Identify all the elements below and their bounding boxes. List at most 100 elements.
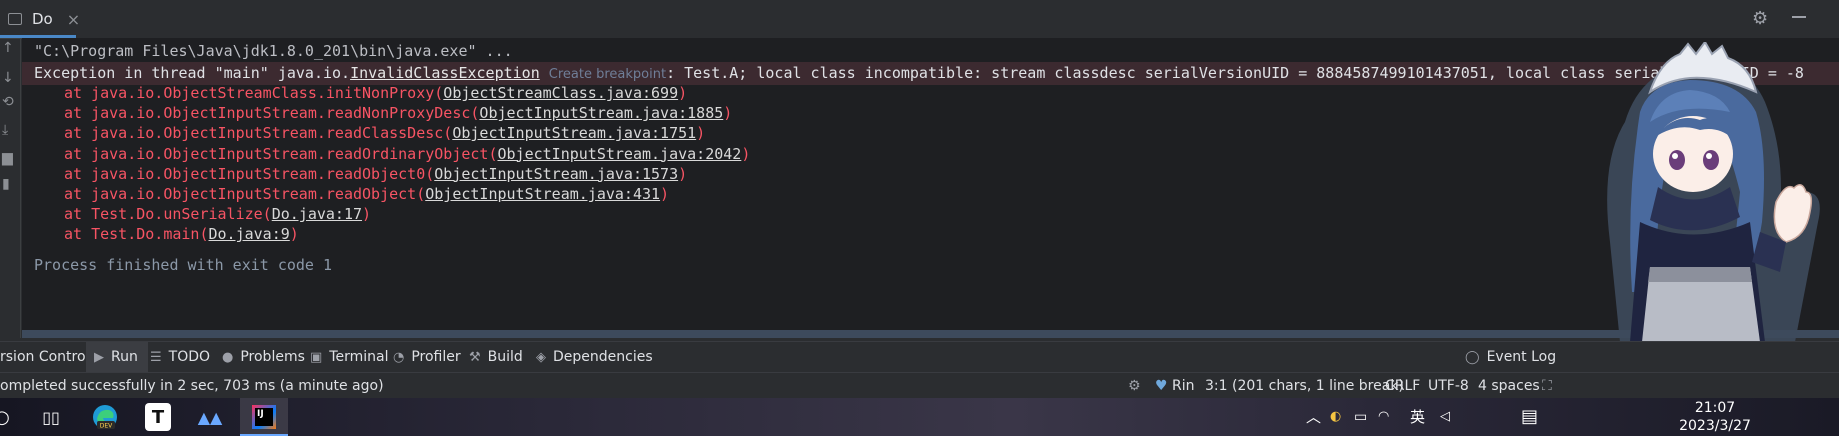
create-breakpoint-link[interactable]: Create breakpoint: [549, 67, 666, 82]
source-link[interactable]: ObjectInputStream.java:1885: [479, 104, 723, 122]
toolwindow-bar: rsion Control ▶ Run ☰ TODO ● Problems ▣ Term…: [0, 341, 1839, 372]
profiler-label: Profiler: [411, 349, 461, 365]
user-name[interactable]: Rin: [1172, 373, 1195, 399]
list-icon: ☰: [150, 349, 162, 365]
gear-icon[interactable]: ⚙: [1752, 8, 1768, 29]
rerun-icon[interactable]: ↑: [2, 41, 16, 55]
source-link[interactable]: Do.java:17: [272, 205, 362, 223]
stop-icon[interactable]: ↓: [2, 71, 16, 85]
battery-icon[interactable]: ▭: [1354, 398, 1367, 436]
source-link[interactable]: ObjectInputStream.java:2042: [497, 145, 741, 163]
problems-label: Problems: [240, 349, 305, 365]
heart-icon[interactable]: ♥: [1155, 373, 1168, 399]
stack-frame: at java.io.ObjectInputStream.readObject(…: [64, 183, 669, 205]
trash-icon[interactable]: ▮: [2, 177, 16, 191]
todo-tab[interactable]: ☰ TODO: [150, 342, 210, 372]
print-icon[interactable]: ▆: [2, 151, 16, 165]
download-icon[interactable]: ⤓: [2, 123, 16, 137]
event-log-icon: ◯: [1465, 349, 1480, 365]
source-link[interactable]: ObjectStreamClass.java:699: [443, 84, 678, 102]
tray-app-icon[interactable]: ◐: [1330, 398, 1341, 436]
console-output[interactable]: "C:\Program Files\Java\jdk1.8.0_201\bin\…: [22, 38, 1839, 338]
taskview-icon[interactable]: ▯▯: [40, 403, 62, 431]
close-tab-icon[interactable]: ×: [67, 10, 80, 29]
line-separator[interactable]: CRLF: [1385, 373, 1420, 399]
chevron-up-icon[interactable]: ︿: [1306, 398, 1321, 436]
stack-frame: at Test.Do.main(Do.java:9): [64, 223, 299, 245]
config-icon: [8, 12, 24, 26]
clock-date[interactable]: 2023/3/27: [1670, 418, 1760, 434]
problems-icon: ●: [222, 349, 234, 365]
scroll-icon[interactable]: ⟲: [2, 95, 16, 109]
edge-icon[interactable]: DEV: [90, 403, 120, 431]
lock-icon[interactable]: ⛶: [1542, 373, 1552, 399]
cat-icon[interactable]: ▲▲: [198, 403, 223, 431]
todo-label: TODO: [168, 349, 211, 365]
build-tab[interactable]: ⚒ Build: [469, 342, 523, 372]
stack-frame-close: ): [723, 104, 733, 123]
clock-time[interactable]: 21:07: [1670, 400, 1760, 416]
wifi-icon[interactable]: ◠: [1378, 398, 1389, 436]
run-tab[interactable]: Do ×: [8, 6, 80, 32]
play-icon: ▶: [94, 349, 104, 365]
stack-frame: at Test.Do.unSerialize(Do.java:17): [64, 203, 371, 225]
run-toolwindow-tab[interactable]: ▶ Run: [86, 342, 148, 372]
dependencies-label: Dependencies: [553, 349, 653, 365]
event-log-label: Event Log: [1486, 349, 1557, 365]
intellij-taskbar-button[interactable]: IJ: [240, 398, 288, 436]
terminal-tab[interactable]: ▣ Terminal: [310, 342, 388, 372]
source-link[interactable]: Do.java:9: [209, 225, 290, 243]
stack-frame: at java.io.ObjectStreamClass.initNonProx…: [64, 82, 687, 104]
search-icon[interactable]: ○: [0, 403, 12, 431]
exception-class-link[interactable]: InvalidClassException: [350, 64, 540, 82]
dependencies-tab[interactable]: ◈ Dependencies: [536, 342, 653, 372]
exception-prefix: Exception in thread "main" java.io.: [34, 64, 351, 82]
stack-frame-close: ): [696, 124, 706, 143]
indent-setting[interactable]: 4 spaces: [1478, 373, 1540, 399]
exception-line: Exception in thread "main" java.io.Inval…: [34, 62, 1804, 84]
problems-tab[interactable]: ● Problems: [222, 342, 305, 372]
minimize-icon[interactable]: [1792, 16, 1806, 18]
svg-text:DEV: DEV: [100, 423, 113, 430]
stack-frame: at java.io.ObjectInputStream.readObject0…: [64, 163, 687, 185]
caret-position[interactable]: 3:1 (201 chars, 1 line break): [1205, 373, 1404, 399]
stack-frame-method: at Test.Do.unSerialize(: [64, 205, 272, 224]
notification-icon[interactable]: ▤: [1521, 398, 1538, 436]
volume-icon[interactable]: ◁: [1440, 398, 1450, 436]
source-link[interactable]: ObjectInputStream.java:431: [425, 185, 660, 203]
stack-frame-method: at java.io.ObjectInputStream.readOrdinar…: [64, 144, 498, 163]
profiler-tab[interactable]: ◔ Profiler: [393, 342, 461, 372]
event-log-tab[interactable]: ◯ Event Log: [1465, 342, 1556, 372]
stack-frame: at java.io.ObjectInputStream.readNonProx…: [64, 102, 732, 124]
run-toolwindow-header: Do × ⚙: [0, 0, 1839, 39]
version-control-tab[interactable]: rsion Control: [0, 342, 89, 372]
stack-frame-method: at java.io.ObjectStreamClass.initNonProx…: [64, 84, 444, 102]
file-encoding[interactable]: UTF-8: [1428, 373, 1469, 399]
ime-indicator[interactable]: 英: [1410, 398, 1425, 436]
status-message[interactable]: ompleted successfully in 2 sec, 703 ms (…: [0, 373, 384, 399]
typora-icon[interactable]: T: [145, 403, 171, 431]
version-control-label: rsion Control: [0, 349, 90, 365]
stack-frame-close: ): [678, 164, 688, 183]
command-line: "C:\Program Files\Java\jdk1.8.0_201\bin\…: [34, 42, 513, 60]
status-bar: ompleted successfully in 2 sec, 703 ms (…: [0, 372, 1839, 399]
stack-frame-method: at java.io.ObjectInputStream.readNonProx…: [64, 104, 480, 123]
stack-frame-method: at Test.Do.main(: [64, 225, 209, 244]
tasks-icon[interactable]: ⚙: [1128, 373, 1141, 399]
build-label: Build: [487, 349, 523, 365]
exit-message: Process finished with exit code 1: [34, 256, 333, 274]
console-bottom-strip: [22, 330, 1839, 338]
build-icon: ⚒: [469, 349, 481, 365]
run-tab-label: Do: [32, 10, 53, 28]
stack-frame-close: ): [362, 205, 372, 224]
source-link[interactable]: ObjectInputStream.java:1573: [434, 165, 678, 183]
source-link[interactable]: ObjectInputStream.java:1751: [452, 124, 696, 142]
dependencies-icon: ◈: [536, 349, 546, 365]
profiler-icon: ◔: [393, 349, 405, 365]
stack-frame: at java.io.ObjectInputStream.readOrdinar…: [64, 143, 750, 165]
stack-frame-method: at java.io.ObjectInputStream.readObject0…: [64, 164, 435, 183]
intellij-icon: IJ: [252, 405, 276, 429]
character-sticker-image: [1607, 42, 1820, 342]
stack-frame-method: at java.io.ObjectInputStream.readClassDe…: [64, 124, 453, 143]
console-side-toolbar: ↑ ↓ ⟲ ⤓ ▆ ▮: [0, 38, 21, 338]
